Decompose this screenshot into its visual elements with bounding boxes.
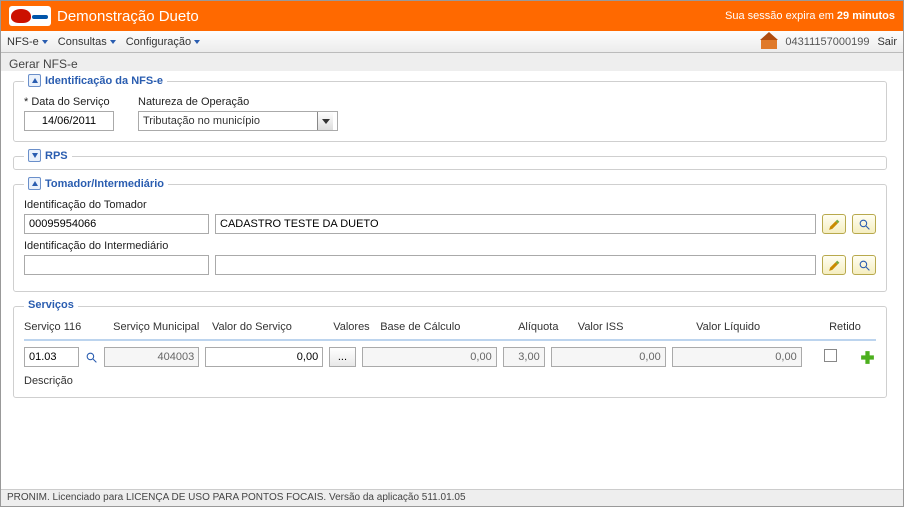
menu-bar: NFS-e Consultas Configuração 04311157000… [1,31,903,53]
menu-consultas-label: Consultas [58,36,107,48]
group-identificacao-title: Identificação da NFS-e [45,75,163,87]
collapse-toggle-identificacao[interactable] [28,74,41,87]
chevron-down-icon [317,112,333,130]
logout-link[interactable]: Sair [877,36,897,48]
services-header-row: Serviço 116 Serviço Municipal Valor do S… [24,321,876,341]
input-valor-servico[interactable] [205,347,323,367]
services-row [24,347,876,367]
user-id: 04311157000199 [785,36,869,48]
menu-consultas[interactable]: Consultas [58,36,116,48]
menu-nfse[interactable]: NFS-e [7,36,48,48]
clear-intermediario-button[interactable] [822,255,846,275]
group-servicos: Serviços Serviço 116 Serviço Municipal V… [13,306,887,398]
collapse-toggle-tomador[interactable] [28,177,41,190]
input-tomador-nome[interactable] [215,214,816,234]
col-servico-municipal: Serviço Municipal [113,321,206,333]
group-tomador: Tomador/Intermediário Identificação do T… [13,184,887,292]
col-servico116: Serviço 116 [24,321,87,333]
checkbox-retido[interactable] [824,349,837,362]
input-servico-municipal [104,347,199,367]
broom-icon [828,259,841,272]
input-tomador-id[interactable] [24,214,209,234]
label-descricao: Descrição [24,375,876,387]
chevron-down-icon [194,40,200,44]
group-servicos-title: Serviços [28,299,74,311]
session-prefix: Sua sessão expira em [725,10,837,22]
search-icon [85,351,98,364]
group-identificacao: Identificação da NFS-e * Data do Serviço… [13,81,887,142]
plus-icon [859,349,876,366]
valores-dialog-button[interactable] [329,347,356,367]
input-valor-liquido [672,347,802,367]
chevron-down-icon [32,153,38,158]
app-title: Demonstração Dueto [57,8,199,25]
label-ident-intermediario: Identificação do Intermediário [24,240,876,252]
search-servico116-button[interactable] [85,350,98,364]
footer-status: PRONIM. Licenciado para LICENÇA DE USO P… [1,489,903,506]
input-data-servico[interactable] [24,111,114,131]
collapse-toggle-rps[interactable] [28,149,41,162]
menu-nfse-label: NFS-e [7,36,39,48]
chevron-down-icon [110,40,116,44]
group-tomador-title: Tomador/Intermediário [45,178,164,190]
label-data-servico: * Data do Serviço [24,96,114,108]
input-intermediario-id[interactable] [24,255,209,275]
col-valores: Valores [333,321,374,333]
col-base-calculo: Base de Cálculo [380,321,512,333]
col-valor-servico: Valor do Serviço [212,321,327,333]
input-aliquota [503,347,545,367]
search-icon [858,259,871,272]
add-servico-button[interactable] [859,348,876,366]
broom-icon [828,218,841,231]
content-scroll[interactable]: Identificação da NFS-e * Data do Serviço… [1,71,903,489]
select-natureza-value: Tributação no município [143,115,317,127]
search-tomador-button[interactable] [852,214,876,234]
input-valor-iss [551,347,666,367]
input-servico116[interactable] [24,347,79,367]
menu-config-label: Configuração [126,36,191,48]
select-natureza[interactable]: Tributação no município [138,111,338,131]
group-rps-title: RPS [45,150,68,162]
label-natureza: Natureza de Operação [138,96,338,108]
app-logo [9,6,51,26]
chevron-up-icon [32,181,38,186]
chevron-down-icon [42,40,48,44]
col-valor-liquido: Valor Líquido [696,321,823,333]
input-intermediario-nome[interactable] [215,255,816,275]
menu-configuracao[interactable]: Configuração [126,36,200,48]
group-rps: RPS [13,156,887,170]
label-ident-tomador: Identificação do Tomador [24,199,876,211]
session-time: 29 minutos [837,10,895,22]
clear-tomador-button[interactable] [822,214,846,234]
search-intermediario-button[interactable] [852,255,876,275]
chevron-up-icon [32,78,38,83]
home-icon[interactable] [761,35,777,49]
col-aliquota: Alíquota [518,321,572,333]
col-valor-iss: Valor ISS [578,321,690,333]
input-base-calculo [362,347,497,367]
col-retido: Retido [829,321,876,333]
app-header: Demonstração Dueto Sua sessão expira em … [1,1,903,31]
session-expiry: Sua sessão expira em 29 minutos [725,10,895,22]
search-icon [858,218,871,231]
